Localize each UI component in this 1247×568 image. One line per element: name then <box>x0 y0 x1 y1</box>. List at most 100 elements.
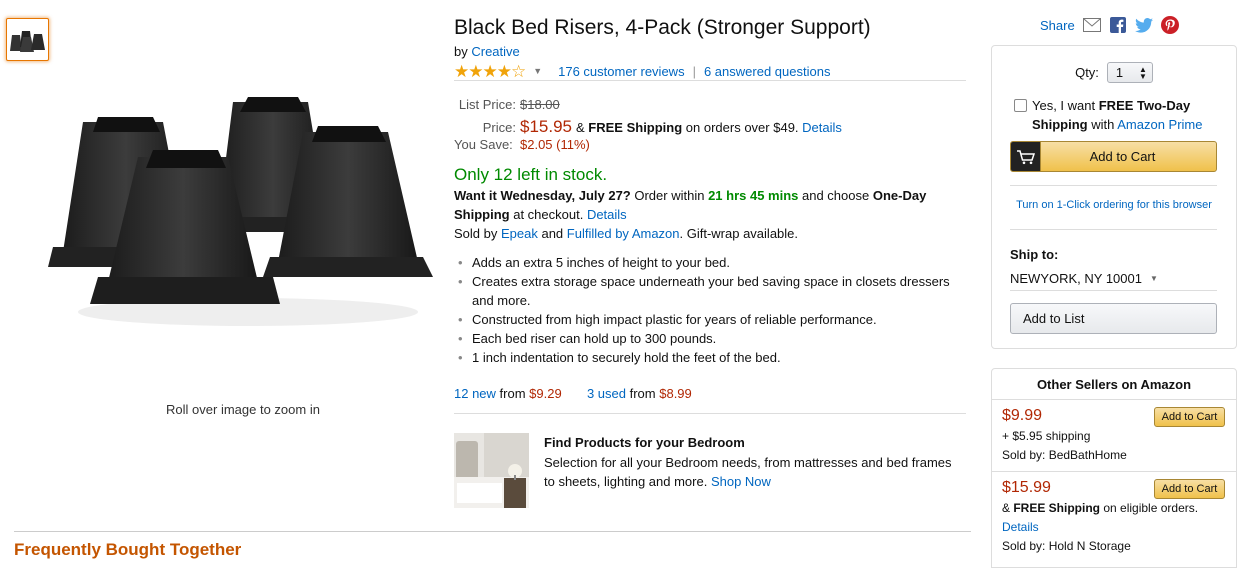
feature-bullets: Adds an extra 5 inches of height to your… <box>454 253 966 367</box>
updown-arrows-icon: ▲ ▼ <box>1139 64 1147 81</box>
byline: by Creative <box>454 44 520 59</box>
customer-reviews-link[interactable]: 176 customer reviews <box>558 64 684 79</box>
you-save-label: You Save: <box>454 137 513 152</box>
one-click-link: Turn on 1-Click ordering for this browse… <box>992 199 1236 211</box>
shipping-prefix: & <box>1002 501 1014 515</box>
other-sellers-box: Other Sellers on Amazon $9.99 + $5.95 sh… <box>991 368 1237 568</box>
divider <box>14 531 971 532</box>
sold-by-label: Sold by: <box>1002 539 1049 553</box>
fulfilled-by-amazon-link[interactable]: Fulfilled by Amazon <box>567 226 680 241</box>
quantity-label: Qty: <box>1075 65 1099 80</box>
other-sellers-heading: Other Sellers on Amazon <box>992 369 1236 400</box>
offer-add-to-cart-button[interactable]: Add to Cart <box>1154 479 1225 499</box>
feature-bullet: 1 inch indentation to securely hold the … <box>458 348 966 367</box>
new-offers-price: $9.29 <box>529 386 562 401</box>
promo-description: Selection for all your Bedroom needs, fr… <box>544 453 964 491</box>
product-main-image[interactable] <box>48 92 438 332</box>
divider <box>1010 290 1217 291</box>
offer-add-to-cart-button[interactable]: Add to Cart <box>1154 407 1225 427</box>
buy-box: Qty: 1 ▲ ▼ Yes, I want FREE Two-Day Shipp… <box>991 45 1237 349</box>
brand-link[interactable]: Creative <box>471 44 519 59</box>
answered-questions-link[interactable]: 6 answered questions <box>704 64 830 79</box>
price: $15.95 <box>520 117 572 136</box>
bed-riser-thumbnail-icon <box>9 30 45 52</box>
delivery-text: and choose <box>798 188 873 203</box>
offer-shipping: & FREE Shipping on eligible orders. Deta… <box>1002 499 1226 537</box>
twitter-icon[interactable] <box>1134 16 1153 34</box>
bedroom-promo-image[interactable] <box>454 433 529 508</box>
used-offers-price: $8.99 <box>659 386 692 401</box>
offer-details-link[interactable]: Details <box>1002 520 1039 534</box>
facebook-icon[interactable] <box>1109 16 1127 34</box>
zoom-hint: Roll over image to zoom in <box>166 402 320 417</box>
divider <box>454 413 966 414</box>
promo-title: Find Products for your Bedroom <box>544 435 745 450</box>
quantity-row: Qty: 1 ▲ ▼ <box>992 62 1236 83</box>
free-shipping: FREE Shipping <box>1013 501 1101 515</box>
frequently-bought-together-heading: Frequently Bought Together <box>14 540 242 559</box>
offer-seller: Sold by: Hold N Storage <box>1002 537 1226 556</box>
quantity-select[interactable]: 1 ▲ ▼ <box>1106 62 1153 83</box>
shipping-details-link[interactable]: Details <box>802 120 842 135</box>
seller-name: BedBathHome <box>1048 448 1127 462</box>
time-left: 21 hrs 45 mins <box>708 188 799 203</box>
sold-by: Sold by Epeak and Fulfilled by Amazon. G… <box>454 226 798 241</box>
seller-offer: $15.99 & FREE Shipping on eligible order… <box>992 471 1236 556</box>
one-click-ordering-link[interactable]: Turn on 1-Click ordering for this browse… <box>1016 199 1212 211</box>
chevron-down-icon: ▼ <box>1149 274 1158 283</box>
feature-bullet: Adds an extra 5 inches of height to your… <box>458 253 966 272</box>
new-offers-link[interactable]: 12 new <box>454 386 496 401</box>
chevron-down-icon[interactable]: ▼ <box>533 66 542 76</box>
product-title: Black Bed Risers, 4-Pack (Stronger Suppo… <box>454 16 871 39</box>
ratings-row: ★★★★☆ ▼ 176 customer reviews | 6 answere… <box>454 62 966 81</box>
sold-by-label: Sold by <box>454 226 501 241</box>
list-price-label: List Price: <box>458 97 516 112</box>
feature-bullet: Each bed riser can hold up to 300 pounds… <box>458 329 966 348</box>
seller-link[interactable]: Epeak <box>501 226 538 241</box>
new-used-offers: 12 new from $9.29 3 used from $8.99 <box>454 386 692 401</box>
add-to-cart-button[interactable]: Add to Cart <box>1010 141 1217 172</box>
share-link[interactable]: Share <box>1040 18 1075 33</box>
delivery-details-link[interactable]: Details <box>587 207 627 222</box>
prime-checkbox[interactable] <box>1014 99 1027 112</box>
star-rating-icon[interactable]: ★★★★☆ <box>454 63 526 80</box>
gift-wrap-text: . Gift-wrap available. <box>679 226 799 241</box>
shipping-suffix: on orders over $49. <box>682 120 799 135</box>
delivery-text: at checkout. <box>509 207 587 222</box>
pinterest-icon[interactable] <box>1160 16 1179 34</box>
divider <box>1010 229 1217 230</box>
offers-from: from <box>626 386 660 401</box>
shop-now-link[interactable]: Shop Now <box>711 474 771 489</box>
prime-text: Yes, I want FREE Two-Day Shipping with A… <box>1032 96 1224 134</box>
ship-to-label: Ship to: <box>1010 247 1059 262</box>
list-price: $18.00 <box>520 97 560 112</box>
feature-bullet: Constructed from high impact plastic for… <box>458 310 966 329</box>
by-label: by <box>454 44 468 59</box>
offer-seller: Sold by: BedBathHome <box>1002 446 1226 465</box>
delivery-date: Want it Wednesday, July 27? <box>454 188 631 203</box>
price-label: Price: <box>482 120 516 135</box>
seller-offer: $9.99 + $5.95 shipping Sold by: BedBathH… <box>992 400 1236 471</box>
shipping-prefix: & <box>576 120 589 135</box>
separator: | <box>692 63 696 79</box>
email-icon[interactable] <box>1082 16 1101 34</box>
thumbnail-image[interactable] <box>6 18 49 61</box>
add-to-cart-label: Add to Cart <box>1089 149 1156 164</box>
offers-from: from <box>495 386 530 401</box>
delivery-info: Want it Wednesday, July 27? Order within… <box>454 186 954 224</box>
prime-option: Yes, I want FREE Two-Day Shipping with A… <box>1014 96 1224 134</box>
amazon-prime-link[interactable]: Amazon Prime <box>1117 117 1202 132</box>
share-bar: Share <box>1040 16 1179 34</box>
ship-to-address: NEWYORK, NY 10001 <box>1010 271 1142 286</box>
offer-shipping: + $5.95 shipping <box>1002 429 1091 443</box>
free-shipping: FREE Shipping <box>588 120 683 135</box>
quantity-value: 1 <box>1115 65 1124 80</box>
stock-status: Only 12 left in stock. <box>454 165 608 184</box>
used-offers-link[interactable]: 3 used <box>587 386 626 401</box>
add-to-list-button[interactable]: Add to List <box>1010 303 1217 334</box>
delivery-text: Order within <box>630 188 709 203</box>
divider <box>1010 185 1217 186</box>
shipping-suffix: on eligible orders. <box>1100 501 1202 515</box>
ship-to-select[interactable]: NEWYORK, NY 10001 ▼ <box>1010 271 1158 286</box>
sold-by-label: Sold by: <box>1002 448 1049 462</box>
